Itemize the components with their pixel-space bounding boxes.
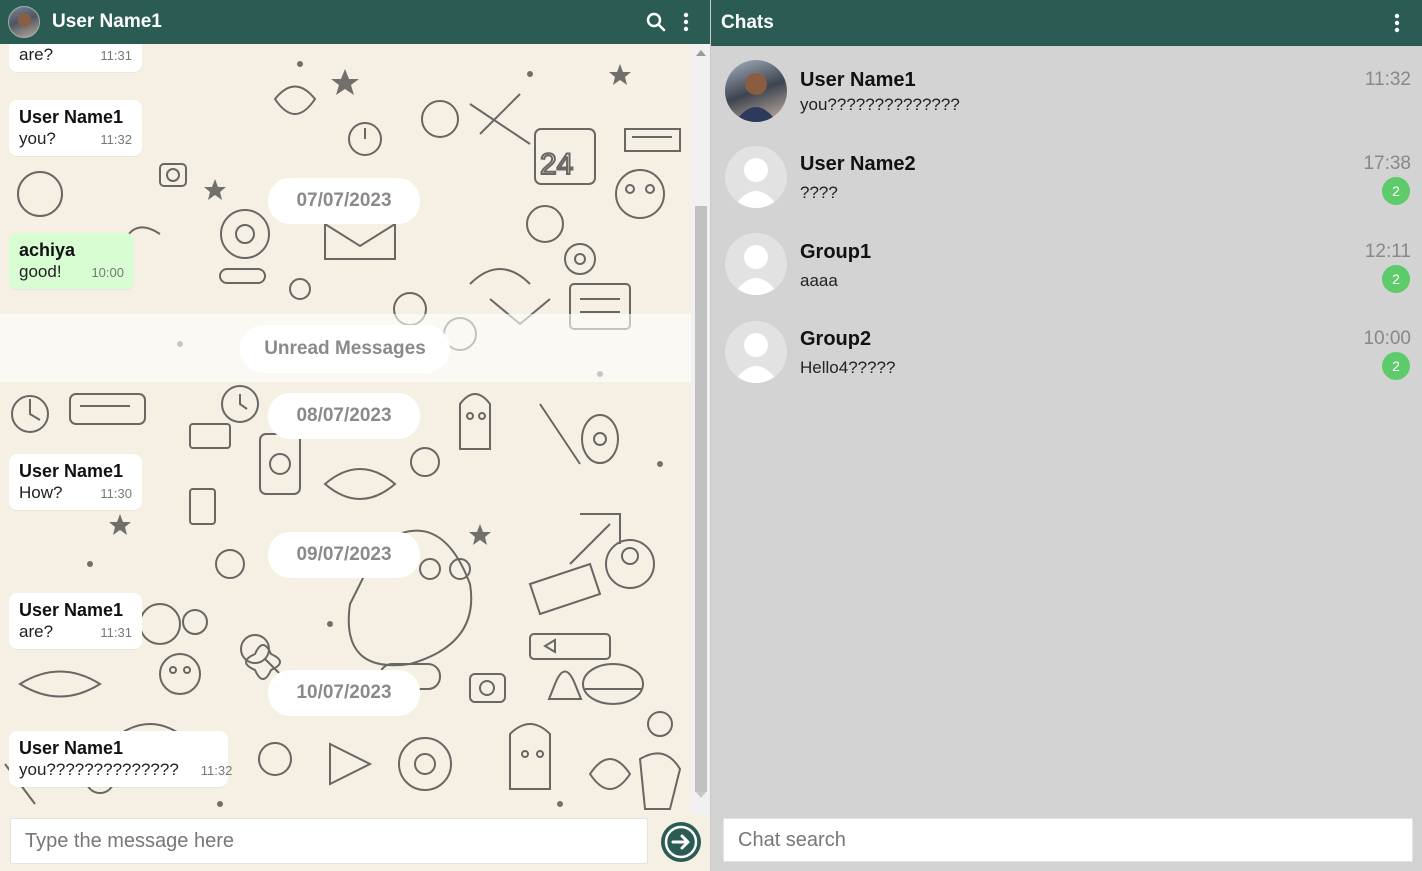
scroll-down-arrow-icon[interactable] [696,792,706,798]
chat-search-input[interactable] [723,818,1413,862]
chat-name: User Name2 [800,153,916,175]
message-text: you? [19,129,56,148]
chat-time: 10:00 [1363,328,1411,349]
message-input[interactable] [10,818,648,864]
send-button[interactable] [661,822,701,862]
chat-time: 12:11 [1364,241,1411,262]
default-avatar-icon [725,321,787,383]
kebab-menu-icon[interactable] [671,7,701,37]
chat-list-item[interactable]: Group2 Hello4????? 10:00 2 [711,310,1422,394]
message-sender: achiya [19,240,76,260]
arrow-right-icon [664,825,698,859]
chat-name: User Name1 [800,69,916,91]
message-text: are? [19,45,54,64]
chat-list-header: Chats [711,0,1422,46]
message-bubble: User Name1 you?????????????? 11:32 [9,731,232,787]
message-time: 11:32 [200,763,233,778]
unread-messages-label: Unread Messages [240,325,450,373]
message-scrollbar[interactable] [691,44,710,814]
chat-title: User Name1 [52,11,162,32]
message-text: you?????????????? [19,760,179,779]
chat-list-item[interactable]: User Name1 you?????????????? 11:32 [711,52,1422,136]
chat-name: Group2 [800,328,872,350]
message-time: 11:32 [100,132,132,147]
message-sender: User Name1 [19,107,124,127]
message-text: are? [19,622,54,641]
message-bubble: User Name1 you? 11:32 [9,100,142,156]
message-text: How? [19,483,63,502]
chat-preview: you?????????????? [800,95,960,114]
unread-badge: 2 [1382,265,1410,293]
chat-name: Group1 [800,241,872,263]
chat-preview: Hello4????? [800,358,896,377]
message-time: 10:00 [91,265,124,280]
search-icon[interactable] [641,7,671,37]
message-time: 11:31 [100,48,132,63]
default-avatar-icon [725,233,787,295]
message-sender: User Name1 [19,461,124,481]
date-separator: 08/07/2023 [268,393,420,439]
chat-time: 17:38 [1363,153,1411,174]
chat-preview: aaaa [800,271,838,290]
chat-header: User Name1 [0,0,710,44]
chat-list-item[interactable]: Group1 aaaa 12:11 2 [711,223,1422,307]
chat-list-item[interactable]: User Name2 ???? 17:38 2 [711,136,1422,220]
message-bubble: User Name1 How? 11:30 [9,454,142,510]
chat-preview: ???? [800,183,838,202]
date-separator: 07/07/2023 [268,178,420,224]
avatar[interactable] [8,6,40,38]
scroll-up-arrow-icon[interactable] [696,50,706,56]
message-sender: User Name1 [19,738,124,758]
message-list[interactable]: are? 11:31 User Name1 you? 11:32 07/07/2… [0,44,691,814]
message-bubble: are? 11:31 [9,44,142,72]
message-bubble: User Name1 are? 11:31 [9,593,142,649]
kebab-menu-icon[interactable] [1382,8,1412,38]
avatar [725,60,787,122]
unread-badge: 2 [1382,352,1410,380]
message-composer [0,814,710,871]
chat-time: 11:32 [1364,69,1411,90]
chat-list-title: Chats [721,12,774,33]
unread-badge: 2 [1382,177,1410,205]
message-time: 11:30 [100,486,132,501]
date-separator: 09/07/2023 [268,532,420,578]
default-avatar-icon [725,146,787,208]
date-separator: 10/07/2023 [268,670,420,716]
scrollbar-thumb[interactable] [695,206,707,792]
message-bubble: achiya good! 10:00 [9,233,134,289]
chat-pane: User Name1 24 are? 11:31 User Name1 you?… [0,0,711,871]
message-sender: User Name1 [19,600,124,620]
message-text: good! [19,262,62,281]
chat-list-pane: Chats User Name1 you?????????????? 11:32… [711,0,1422,871]
message-time: 11:31 [100,625,132,640]
